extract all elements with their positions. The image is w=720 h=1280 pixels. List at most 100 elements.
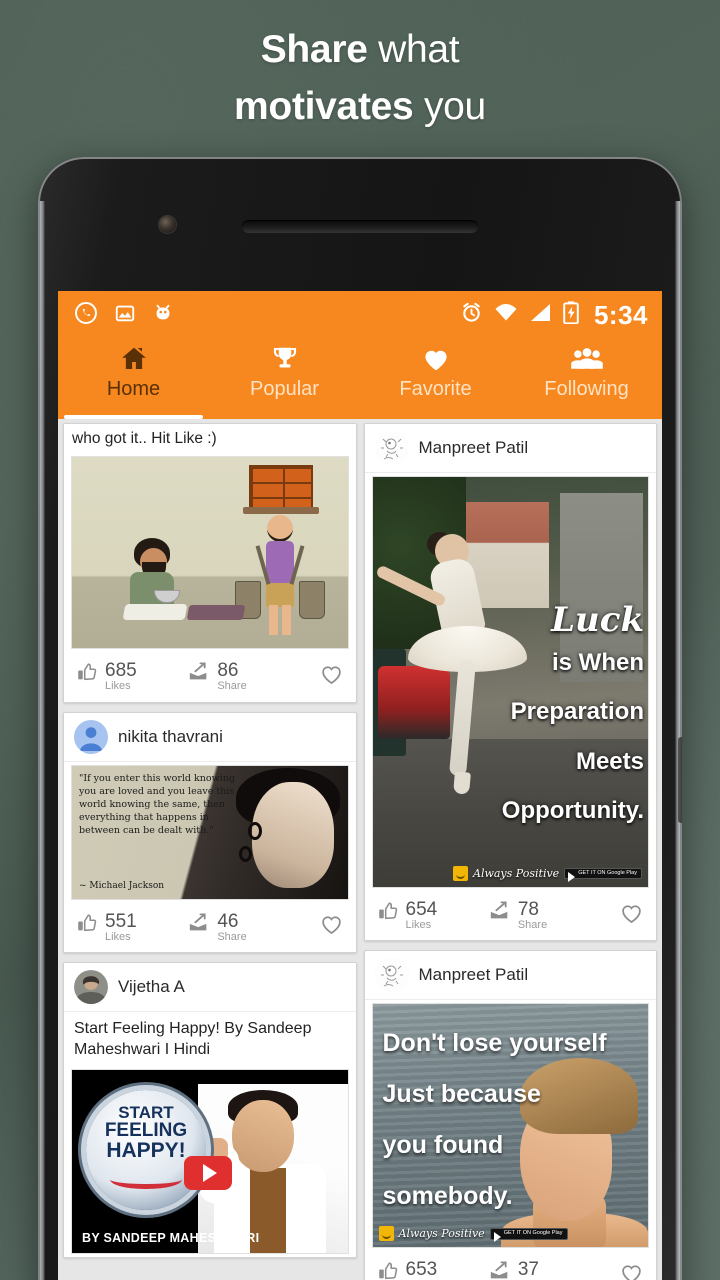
post-video-thumbnail[interactable]: START FEELING HAPPY! BY SANDEEP MAHESHWA…: [71, 1068, 349, 1254]
like-button[interactable]: 685 Likes: [76, 661, 188, 692]
video-title-line-1: START: [118, 1102, 174, 1122]
quote-line: Just because: [382, 1079, 541, 1108]
like-count: 653: [405, 1259, 438, 1280]
share-button[interactable]: 37 Share: [489, 1260, 601, 1280]
trophy-icon: [270, 344, 300, 374]
post-actions: 653 Likes 37 Share: [365, 1251, 657, 1280]
like-label: Likes: [405, 918, 432, 931]
share-button[interactable]: 86 Share: [188, 661, 300, 692]
google-play-badge: GET IT ON Google Play: [489, 1228, 568, 1242]
status-bar-system-icons: 5:34: [460, 300, 648, 331]
alarm-icon: [460, 301, 483, 329]
post-card[interactable]: Vijetha A Start Feeling Happy! By Sandee…: [63, 962, 357, 1258]
earpiece-speaker: [242, 220, 478, 233]
like-count-group: 653 Likes: [406, 1260, 438, 1280]
favorite-button[interactable]: [319, 912, 344, 942]
post-author[interactable]: Manpreet Patil: [364, 424, 656, 473]
post-image-quote[interactable]: Luck is When Preparation Meets Opportuni…: [371, 476, 649, 888]
post-feed[interactable]: who got it.. Hit Like :) 685 Likes 86 Sh…: [58, 419, 662, 1280]
always-positive-logo-icon: [453, 866, 468, 881]
share-count-group: 86 Share: [217, 661, 246, 692]
android-bot-icon: [152, 302, 174, 329]
brick-board: [242, 507, 319, 515]
quote-text: "If you enter this world knowing you are…: [79, 772, 235, 837]
author-name: Vijetha A: [118, 977, 185, 997]
author-name: nikita thavrani: [118, 726, 223, 746]
always-positive-logo-icon: [378, 1226, 394, 1242]
favorite-button[interactable]: [319, 662, 344, 692]
post-card[interactable]: nikita thavrani "If you enter this world…: [63, 711, 357, 954]
video-byline: BY SANDEEP MAHESHWARI: [82, 1230, 260, 1245]
share-count: 78: [517, 899, 539, 920]
post-author[interactable]: Vijetha A: [64, 963, 356, 1013]
like-button[interactable]: 551 Likes: [76, 911, 188, 943]
thumbs-up-icon: [377, 900, 399, 927]
post-card[interactable]: who got it.. Hit Like :) 685 Likes 86 Sh…: [63, 423, 357, 703]
like-button[interactable]: 654 Likes: [377, 900, 489, 931]
video-title-line-2: FEELING: [104, 1120, 188, 1142]
front-camera-icon: [159, 216, 176, 233]
youtube-play-icon[interactable]: [184, 1155, 232, 1190]
thumbs-up-icon: [377, 1260, 399, 1280]
signal-icon: [529, 303, 552, 327]
heart-outline-icon: [619, 1261, 644, 1280]
watermark: Always Positive GET IT ON Google Play: [453, 866, 642, 882]
headline-line-1-rest: what: [367, 28, 460, 71]
smile-graphic: [110, 1169, 182, 1189]
status-bar-clock: 5:34: [593, 299, 648, 330]
post-card[interactable]: Manpreet Patil Don't lose yourself Just …: [363, 950, 657, 1280]
thumbs-up-icon: [76, 912, 98, 939]
tab-following[interactable]: Following: [511, 339, 662, 419]
phone-mockup: 5:34 Home Popular Favorite Following who…: [38, 157, 682, 1280]
phone-screen: 5:34 Home Popular Favorite Following who…: [58, 291, 662, 1280]
wifi-icon: [494, 303, 518, 327]
favorite-button[interactable]: [619, 901, 644, 931]
quote-line: Opportunity.: [501, 796, 644, 824]
quote-line: Preparation: [510, 698, 644, 726]
hair-curl: [238, 845, 252, 862]
post-author[interactable]: Manpreet Patil: [364, 951, 656, 1001]
tab-home[interactable]: Home: [58, 339, 209, 419]
gallery-icon: [114, 302, 136, 329]
post-image-quote[interactable]: "If you enter this world knowing you are…: [71, 764, 349, 900]
post-actions: 685 Likes 86 Share: [64, 652, 356, 701]
post-caption: who got it.. Hit Like :): [72, 430, 217, 447]
quote-line: is When: [551, 649, 644, 677]
home-icon: [117, 344, 151, 374]
heart-outline-icon: [319, 662, 344, 692]
post-actions: 654 Likes 78 Share: [365, 891, 657, 940]
main-tab-bar: Home Popular Favorite Following: [58, 339, 662, 419]
tab-active-indicator: [64, 415, 203, 419]
portrait-face: [251, 781, 334, 888]
share-count: 86: [217, 660, 239, 682]
share-icon: [489, 1260, 511, 1280]
post-author[interactable]: nikita thavrani: [64, 713, 356, 762]
favorite-button[interactable]: [619, 1261, 644, 1280]
share-icon: [188, 661, 210, 688]
phone-left-rim: [40, 201, 45, 1280]
like-button[interactable]: 653 Likes: [377, 1260, 489, 1280]
share-button[interactable]: 46 Share: [188, 911, 300, 943]
feed-column-left: who got it.. Hit Like :) 685 Likes 86 Sh…: [63, 423, 357, 1280]
like-label: Likes: [105, 930, 131, 943]
post-image-cartoon[interactable]: [71, 456, 349, 650]
tab-following-label: Following: [544, 378, 629, 400]
post-image-quote[interactable]: Don't lose yourself Just because you fou…: [371, 1003, 649, 1249]
quote-line: you found: [382, 1130, 504, 1159]
hair-curl: [247, 821, 262, 840]
share-icon: [489, 900, 511, 927]
quote-line: Luck: [551, 600, 644, 640]
avatar: [74, 719, 108, 754]
promo-headline: Share what motivates you: [0, 22, 720, 135]
headline-line-2: motivates you: [0, 79, 720, 136]
tab-popular[interactable]: Popular: [209, 339, 360, 419]
share-count-group: 37 Share: [518, 1260, 547, 1280]
avatar: [374, 958, 409, 993]
tab-favorite[interactable]: Favorite: [360, 339, 511, 419]
post-card[interactable]: Manpreet Patil Luck is When Preparation …: [363, 423, 657, 942]
share-button[interactable]: 78 Share: [489, 900, 601, 931]
watermark-text: Always Positive: [473, 867, 560, 880]
heart-outline-icon: [619, 901, 644, 931]
power-button[interactable]: [678, 737, 682, 823]
avatar: [74, 970, 108, 1005]
